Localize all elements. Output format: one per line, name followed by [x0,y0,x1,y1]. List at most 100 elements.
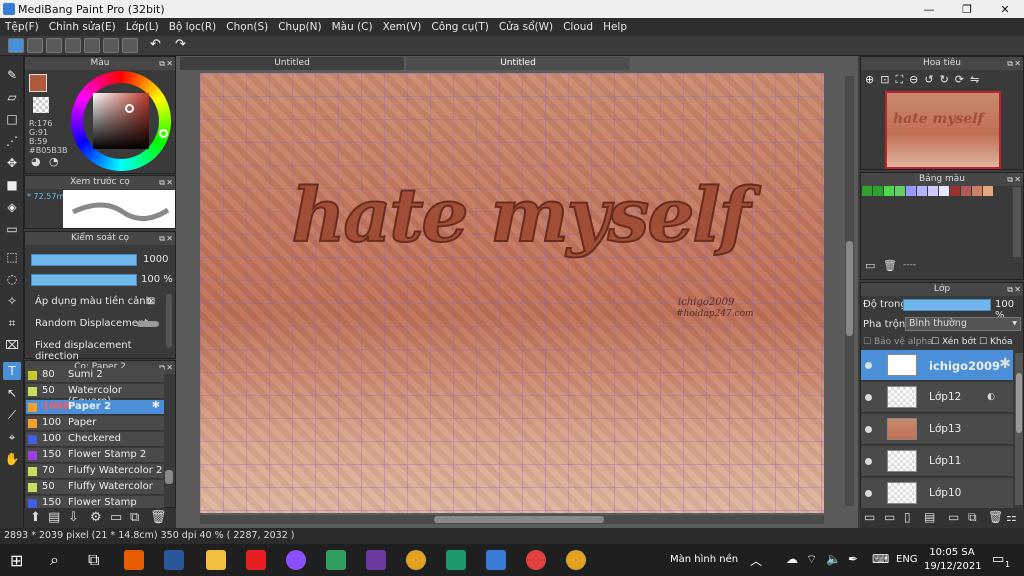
chart-app-icon[interactable] [446,550,466,570]
close-icon[interactable]: ✕ [1014,283,1021,296]
color-settings-icon[interactable]: ◔ [49,155,59,168]
medibang-icon[interactable] [526,550,546,570]
new-color-layer-icon[interactable]: ▭ [884,510,895,524]
pin-icon[interactable]: ⧉ [159,57,165,70]
palette-swatch[interactable] [939,186,949,196]
canvas-horizontal-scrollbar[interactable] [200,515,824,524]
rotate-left-icon[interactable]: ↺ [924,73,939,86]
menu-tools[interactable]: Công cụ(T) [426,21,493,33]
close-icon[interactable]: ✕ [166,232,173,245]
menu-window[interactable]: Cửa sổ(W) [494,21,558,33]
brush-list-item[interactable]: 50 Fluffy Watercolor [26,480,164,495]
new-palette-icon[interactable]: ▭ [865,259,875,272]
menu-snap[interactable]: Chụp(N) [273,21,326,33]
chrome-icon-2[interactable] [566,550,586,570]
layer-opacity-slider[interactable] [903,299,991,311]
navigator-thumbnail[interactable]: hate myself [885,91,1001,169]
pin-icon[interactable]: ⧉ [159,232,165,245]
app-grid-icon[interactable] [326,550,346,570]
menu-help[interactable]: Help [598,21,632,33]
brush-list-item[interactable]: 150 Flower Stamp 2 [26,448,164,463]
chevron-up-icon[interactable]: ︿ [750,552,762,569]
new-folder-icon[interactable]: ▭ [948,510,959,524]
operation-icon[interactable]: ↖ [3,384,21,402]
select-pen-icon[interactable]: ⌗ [3,314,21,332]
pin-icon[interactable]: ⧉ [1007,57,1013,70]
background-swatch[interactable] [33,97,49,113]
lasso-icon[interactable]: ◌ [3,270,21,288]
task-view-icon[interactable]: ⧉ [88,550,99,570]
clock-date[interactable]: 19/12/2021 [924,561,982,572]
move-icon[interactable]: ✥ [3,154,21,172]
layer-menu-icon[interactable]: ▤ [924,510,935,524]
flip-icon[interactable]: ⇋ [970,73,985,86]
layers-icon[interactable] [103,38,119,53]
eraser-icon[interactable]: ▱ [3,88,21,106]
share-icon[interactable] [27,38,43,53]
pin-icon[interactable]: ⧉ [1007,173,1013,186]
grid-icon[interactable] [122,38,138,53]
layer-list-scrollbar[interactable] [1015,353,1023,505]
menu-filter[interactable]: Bộ lọc(R) [164,21,222,33]
pin-icon[interactable]: ⧉ [159,176,165,189]
layer-settings-icon[interactable]: ✱ [999,356,1011,372]
protect-alpha-checkbox[interactable]: ☐ Bảo vệ alpha [863,337,933,347]
tab-untitled-1[interactable]: Untitled [180,57,404,70]
minimize-button[interactable]: — [910,0,948,18]
brush-list-item[interactable]: 100 Checkered [26,432,164,447]
new-layer-icon[interactable]: ▭ [864,510,875,524]
palette-scrollbar[interactable] [1013,187,1021,257]
brush-list-item[interactable]: 70 Fluffy Watercolor 2 [26,464,164,479]
saturation-box[interactable] [93,93,149,149]
chrome-icon[interactable] [406,550,426,570]
bucket-icon[interactable]: ◈ [3,198,21,216]
layer-row[interactable]: Lớp11 [861,446,1013,477]
close-icon[interactable]: ✕ [1014,57,1021,70]
comment-icon[interactable] [46,38,62,53]
brush-settings-icon[interactable]: ⚙ [90,510,102,525]
menu-cloud[interactable]: Cloud [558,21,598,33]
gradient-icon[interactable]: ▭ [3,220,21,238]
palette-swatch[interactable] [862,186,872,196]
redo-icon[interactable]: ↷ [175,38,191,53]
layer-row[interactable]: Lớp13 [861,414,1013,445]
fit-window-icon[interactable]: ⛶ [895,73,909,86]
brush-list-item[interactable]: 1000 Paper 2 ✱ [26,400,164,415]
layer-row[interactable]: ichigo2009 ✱ [861,350,1013,381]
palette-swatch[interactable] [950,186,960,196]
message-icon[interactable] [65,38,81,53]
delete-palette-icon[interactable]: 🗑 [883,259,897,272]
lock-checkbox[interactable]: ☐ Khóa [979,337,1013,347]
drawing-canvas[interactable]: hate myself ichigo2009 #hoidap247.com [200,73,824,513]
select-eraser-icon[interactable]: ⌧ [3,336,21,354]
zoom-out-icon[interactable]: ⊖ [909,73,924,86]
hue-handle[interactable] [159,129,168,138]
undo-icon[interactable]: ↶ [150,38,166,53]
color-picker-handle[interactable] [125,104,134,113]
brush-menu-icon[interactable]: ▤ [48,510,60,525]
palette-swatch[interactable] [983,186,993,196]
layer-row[interactable]: Lớp12 ◐ [861,382,1013,413]
layer-visibility-icon[interactable] [865,394,872,401]
keyboard-icon[interactable]: ⌨ [872,552,889,566]
menu-edit[interactable]: Chỉnh sửa(E) [44,21,121,33]
volume-icon[interactable]: 🔈 [826,552,841,566]
rectangle-icon[interactable]: □ [3,110,21,128]
canvas-vertical-scrollbar[interactable] [845,76,854,506]
close-icon[interactable]: ✕ [166,57,173,70]
hand-icon[interactable]: ✋ [3,450,21,468]
palette-swatch[interactable] [928,186,938,196]
start-icon[interactable]: ⊞ [10,551,28,570]
add-brush-icon[interactable]: ⬆ [30,510,41,525]
brush-list-item[interactable]: 80 Sumi 2 [26,368,164,383]
layer-visibility-icon[interactable] [865,426,872,433]
cloud-tray-icon[interactable]: ☁ [786,552,798,566]
layer-options-icon[interactable]: ⚏ [1006,510,1017,524]
brush-size-slider[interactable] [31,254,137,266]
blend-mode-select[interactable]: Bình thường ▾ [905,317,1021,331]
close-icon[interactable]: ✕ [166,361,173,374]
pen-icon[interactable]: ✒ [848,552,858,566]
zoom-in-icon[interactable]: ⊕ [865,73,880,86]
palette-swatch[interactable] [906,186,916,196]
close-icon[interactable]: ✕ [1014,173,1021,186]
